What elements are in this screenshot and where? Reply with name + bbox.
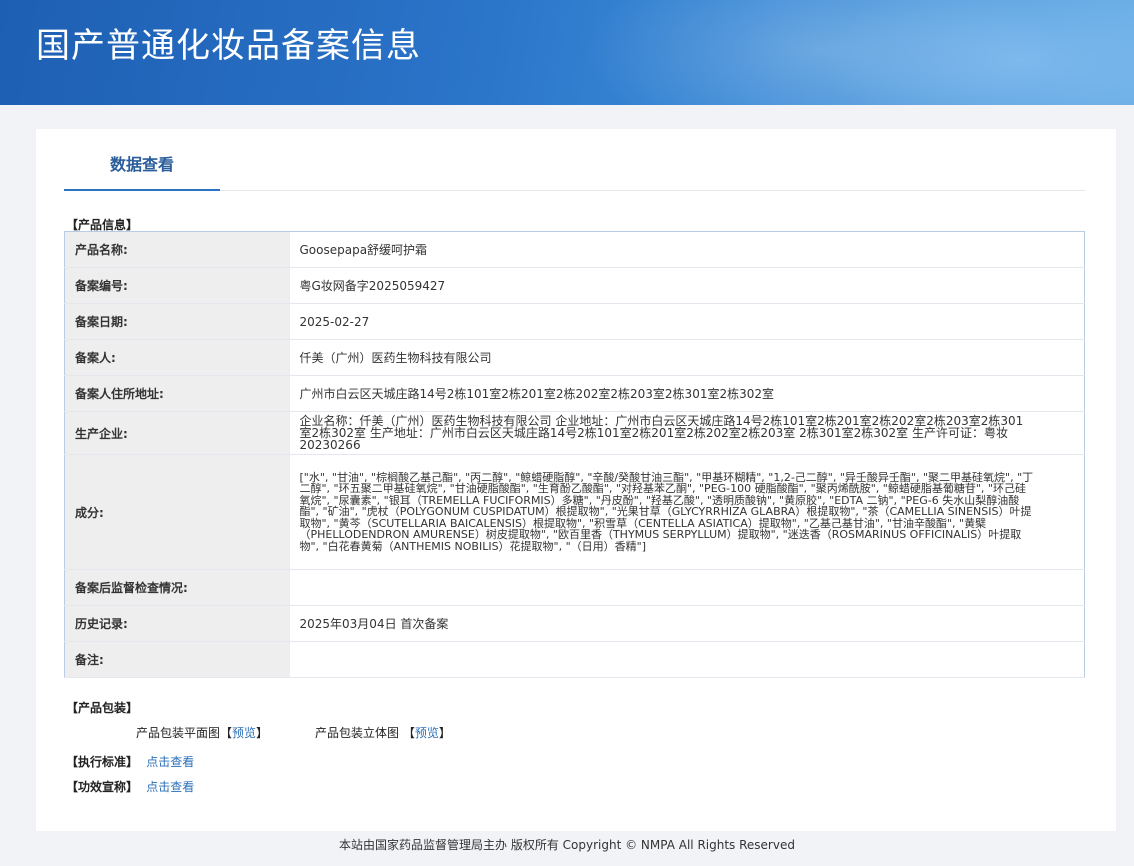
row-key: 产品名称: [64,231,290,268]
efficacy-link[interactable]: 点击查看 [146,780,194,794]
bracket-open: 【 [220,726,233,740]
table-row: 备案日期: 2025-02-27 [64,303,1085,340]
row-value: 企业名称：仟美（广州）医药生物科技有限公司 企业地址：广州市白云区天城庄路14号… [289,411,1085,455]
row-key: 备案后监督检查情况: [64,569,290,606]
package-stereo-label: 产品包装立体图 [315,726,400,740]
table-row: 备案编号: 粤G妆网备字2025059427 [64,267,1085,304]
table-row: 生产企业: 企业名称：仟美（广州）医药生物科技有限公司 企业地址：广州市白云区天… [64,411,1085,455]
row-value: Goosepapa舒缓呵护霜 [289,231,1085,268]
efficacy-label: 【功效宣称】 [66,780,139,794]
row-key: 备注: [64,641,290,678]
standards-row: 【执行标准】 点击查看 [66,753,194,770]
tab-data-view[interactable]: 数据查看 [64,129,220,191]
row-value: 2025-02-27 [289,303,1085,340]
row-value: 仟美（广州）医药生物科技有限公司 [289,339,1085,376]
row-key: 备案人: [64,339,290,376]
package-flat-view: 产品包装平面图【预览】 [136,724,268,741]
table-row: 备注: [64,641,1085,678]
row-key: 备案日期: [64,303,290,340]
product-info-table: 产品名称: Goosepapa舒缓呵护霜 备案编号: 粤G妆网备字2025059… [64,231,1085,678]
row-key: 生产企业: [64,411,290,455]
bracket-close: 】 [438,726,451,740]
row-key: 历史记录: [64,605,290,642]
preview-flat-link[interactable]: 预览 [232,726,256,740]
row-key: 成分: [64,454,290,570]
bracket-open: 【 [402,726,415,740]
standards-link[interactable]: 点击查看 [146,755,194,769]
banner-glow [820,0,1134,105]
table-row: 产品名称: Goosepapa舒缓呵护霜 [64,231,1085,268]
bracket-close: 】 [256,726,269,740]
package-flat-label: 产品包装平面图 [136,726,221,740]
package-stereo-view: 产品包装立体图 【预览】 [315,724,451,741]
packaging-label: 【产品包装】 [66,701,139,715]
row-value [289,641,1085,678]
tab-bar: 数据查看 [64,129,1085,191]
efficacy-row: 【功效宣称】 点击查看 [66,778,194,795]
row-value: ["水", "甘油", "棕榈酸乙基己酯", "丙二醇", "鲸蜡硬脂醇", "… [289,454,1085,570]
row-value: 粤G妆网备字2025059427 [289,267,1085,304]
row-value: 2025年03月04日 首次备案 [289,605,1085,642]
page-title: 国产普通化妆品备案信息 [36,26,421,66]
table-row: 备案人住所地址: 广州市白云区天城庄路14号2栋101室2栋201室2栋202室… [64,375,1085,412]
footer-copyright: 本站由国家药品监督管理局主办 版权所有 Copyright © NMPA All… [339,838,795,852]
row-value: 广州市白云区天城庄路14号2栋101室2栋201室2栋202室2栋203室2栋3… [289,375,1085,412]
row-key: 备案人住所地址: [64,375,290,412]
table-row: 历史记录: 2025年03月04日 首次备案 [64,605,1085,642]
header-banner: 国产普通化妆品备案信息 [0,0,1134,105]
table-row: 成分: ["水", "甘油", "棕榈酸乙基己酯", "丙二醇", "鲸蜡硬脂醇… [64,454,1085,570]
table-row: 备案人: 仟美（广州）医药生物科技有限公司 [64,339,1085,376]
row-value [289,569,1085,606]
row-key: 备案编号: [64,267,290,304]
preview-stereo-link[interactable]: 预览 [415,726,439,740]
standards-label: 【执行标准】 [66,755,139,769]
table-row: 备案后监督检查情况: [64,569,1085,606]
content-card: 数据查看 【产品信息】 产品名称: Goosepapa舒缓呵护霜 备案编号: 粤… [36,129,1116,831]
